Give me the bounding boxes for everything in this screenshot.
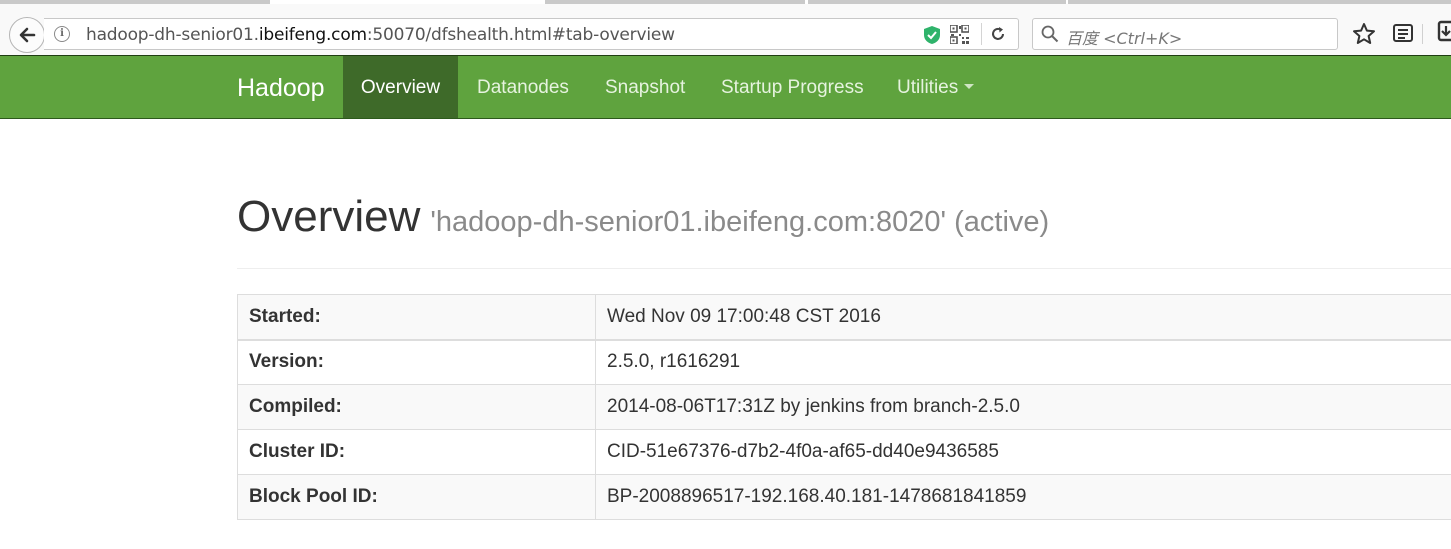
downloads-icon[interactable] xyxy=(1436,20,1451,46)
search-bar[interactable]: 百度 <Ctrl+K> xyxy=(1032,18,1338,50)
navbar: Hadoop Overview Datanodes Snapshot Start… xyxy=(0,55,1451,119)
table-row: Started: Wed Nov 09 17:00:48 CST 2016 xyxy=(237,294,1451,341)
caret-down-icon xyxy=(964,84,975,90)
row-label: Compiled: xyxy=(237,384,596,430)
page-subtitle: 'hadoop-dh-senior01.ibeifeng.com:8020' (… xyxy=(430,206,1050,238)
table-row: Version: 2.5.0, r1616291 xyxy=(237,339,1451,385)
nav-item-snapshot[interactable]: Snapshot xyxy=(605,56,685,118)
reload-icon[interactable] xyxy=(990,26,1006,42)
nav-item-datanodes[interactable]: Datanodes xyxy=(477,56,569,118)
nav-item-startup-progress[interactable]: Startup Progress xyxy=(721,56,864,118)
row-label: Block Pool ID: xyxy=(237,474,596,520)
arrow-left-icon xyxy=(19,27,36,43)
back-button[interactable] xyxy=(9,17,45,53)
page-title: Overview xyxy=(237,192,421,241)
search-input[interactable]: 百度 <Ctrl+K> xyxy=(1066,25,1182,49)
url-bar-divider xyxy=(981,23,982,45)
row-label: Started: xyxy=(237,294,596,341)
table-row: Block Pool ID: BP-2008896517-192.168.40.… xyxy=(237,474,1451,520)
row-label: Version: xyxy=(237,339,596,385)
navbar-brand[interactable]: Hadoop xyxy=(237,56,325,118)
table-row: Cluster ID: CID-51e67376-d7b2-4f0a-af65-… xyxy=(237,429,1451,475)
info-icon[interactable]: i xyxy=(54,26,70,42)
reading-list-icon[interactable] xyxy=(1392,22,1414,44)
nav-item-overview[interactable]: Overview xyxy=(343,56,458,118)
url-text[interactable]: hadoop-dh-senior01.ibeifeng.com:50070/df… xyxy=(86,25,675,45)
header-divider xyxy=(237,268,1451,269)
browser-toolbar: i hadoop-dh-senior01.ibeifeng.com:50070/… xyxy=(0,4,1451,55)
toolbar-divider xyxy=(1422,24,1423,44)
row-value: 2.5.0, r1616291 xyxy=(595,339,1451,385)
search-icon xyxy=(1041,25,1059,43)
table-row: Compiled: 2014-08-06T17:31Z by jenkins f… xyxy=(237,384,1451,430)
shield-check-icon[interactable] xyxy=(923,25,941,45)
row-value: 2014-08-06T17:31Z by jenkins from branch… xyxy=(595,384,1451,430)
row-label: Cluster ID: xyxy=(237,429,596,475)
nav-item-utilities[interactable]: Utilities xyxy=(897,56,975,118)
overview-table: Started: Wed Nov 09 17:00:48 CST 2016 Ve… xyxy=(237,294,1451,520)
row-value: CID-51e67376-d7b2-4f0a-af65-dd40e9436585 xyxy=(595,429,1451,475)
qr-code-icon[interactable] xyxy=(950,25,969,44)
row-value: Wed Nov 09 17:00:48 CST 2016 xyxy=(595,294,1451,341)
row-value: BP-2008896517-192.168.40.181-14786818418… xyxy=(595,474,1451,520)
bookmark-star-icon[interactable] xyxy=(1352,22,1376,46)
url-bar[interactable]: i hadoop-dh-senior01.ibeifeng.com:50070/… xyxy=(44,18,1019,50)
page-header: Overview 'hadoop-dh-senior01.ibeifeng.com… xyxy=(237,192,1049,242)
